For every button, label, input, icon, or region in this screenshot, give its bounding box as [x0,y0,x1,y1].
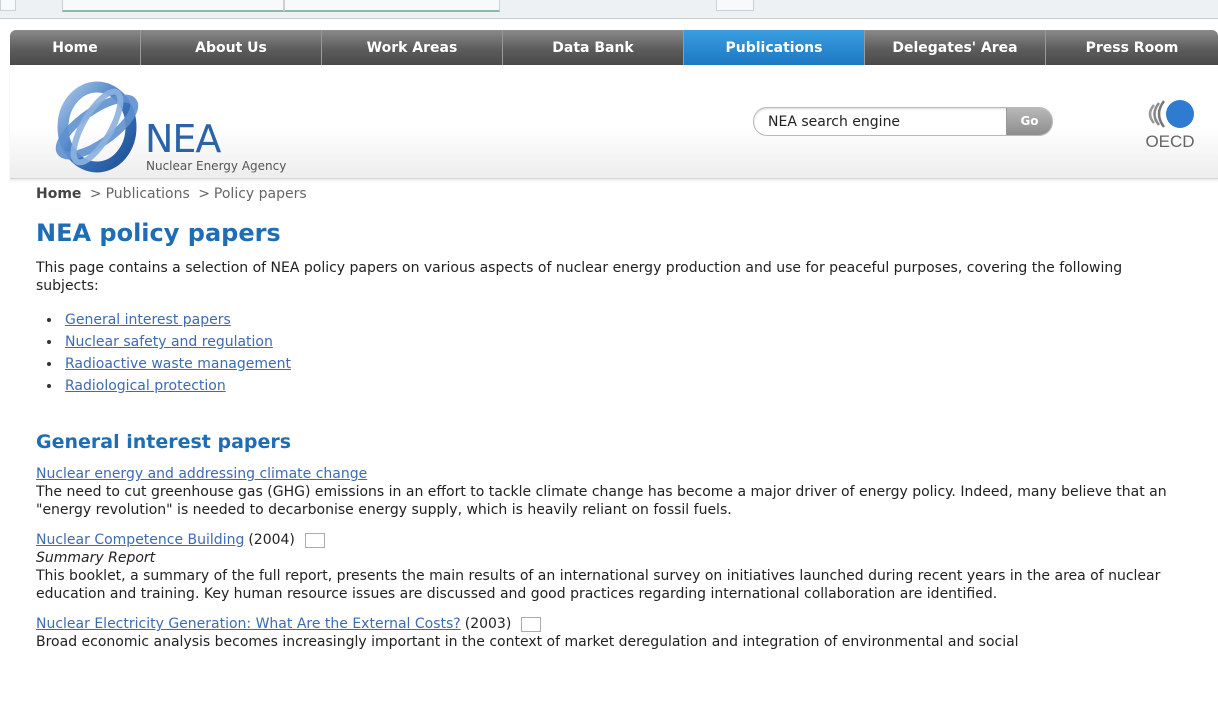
nav-item-home[interactable]: Home [10,30,141,65]
paper-item: Nuclear Competence Building (2004) Summa… [36,531,1206,603]
nav-item-about-us[interactable]: About Us [141,30,322,65]
paper-subtitle: Summary Report [36,550,156,566]
breadcrumb: Home > Publications > Policy papers [36,186,1206,202]
paper-year: (2004) [248,532,295,548]
nea-logo[interactable]: NEA Nuclear Energy Agency [54,75,314,173]
subject-link-nuclear-safety[interactable]: Nuclear safety and regulation [65,334,273,350]
document-icon[interactable] [304,532,325,548]
search-box: Go [753,107,1053,136]
nav-item-delegates-area[interactable]: Delegates' Area [865,30,1046,65]
browser-tab-strip [0,0,1218,19]
paper-title-link[interactable]: Nuclear Competence Building [36,531,244,549]
banner: NEA Nuclear Energy Agency Go OECD [10,65,1218,179]
site-header: Home About Us Work Areas Data Bank Publicati… [10,30,1218,180]
paper-description: This booklet, a summary of the full repo… [36,568,1161,602]
oecd-emblem-icon: OECD [1145,100,1195,151]
paper-title-link[interactable]: Nuclear energy and addressing climate ch… [36,465,367,483]
tab-segment[interactable] [0,0,16,11]
paper-description: Broad economic analysis becomes increasi… [36,634,1019,650]
oecd-logo[interactable]: OECD [1144,97,1196,151]
search-input[interactable] [766,112,1000,132]
paper-item: Nuclear energy and addressing climate ch… [36,465,1206,519]
paper-title-link[interactable]: Nuclear Electricity Generation: What Are… [36,615,461,633]
list-item: Radiological protection [47,375,1206,397]
page-title: NEA policy papers [36,219,281,247]
breadcrumb-current: Policy papers [213,186,307,202]
nav-item-publications[interactable]: Publications [684,30,865,65]
breadcrumb-publications[interactable]: Publications [106,186,190,202]
paper-item: Nuclear Electricity Generation: What Are… [36,615,1206,651]
main-content: Home > Publications > Policy papers NEA po… [36,186,1206,651]
subject-link-radioactive-waste[interactable]: Radioactive waste management [65,356,291,372]
breadcrumb-home[interactable]: Home [36,186,81,202]
intro-paragraph: This page contains a selection of NEA po… [36,260,1123,294]
breadcrumb-separator: > [198,186,210,202]
logo-subtitle: Nuclear Energy Agency [146,159,287,173]
list-item: Nuclear safety and regulation [47,331,1206,353]
oecd-text: OECD [1145,132,1194,151]
logo-acronym: NEA [145,117,221,161]
tab-segment[interactable] [716,0,754,11]
nav-item-data-bank[interactable]: Data Bank [503,30,684,65]
list-item: General interest papers [47,309,1206,331]
paper-description: The need to cut greenhouse gas (GHG) emi… [36,484,1167,518]
tab-segment[interactable] [62,0,284,12]
subject-link-general-interest[interactable]: General interest papers [65,312,231,328]
section-heading: General interest papers [36,431,292,453]
nav-item-press-room[interactable]: Press Room [1046,30,1218,65]
document-icon[interactable] [521,616,542,632]
tab-segment[interactable] [284,0,500,12]
list-item: Radioactive waste management [47,353,1206,375]
nav-item-work-areas[interactable]: Work Areas [322,30,503,65]
subject-list: General interest papers Nuclear safety a… [36,309,1206,397]
main-navigation: Home About Us Work Areas Data Bank Publicati… [10,30,1218,65]
breadcrumb-separator: > [89,186,102,202]
paper-year: (2003) [464,616,512,632]
search-go-button[interactable]: Go [1006,108,1052,135]
subject-link-radiological-protection[interactable]: Radiological protection [65,378,226,394]
